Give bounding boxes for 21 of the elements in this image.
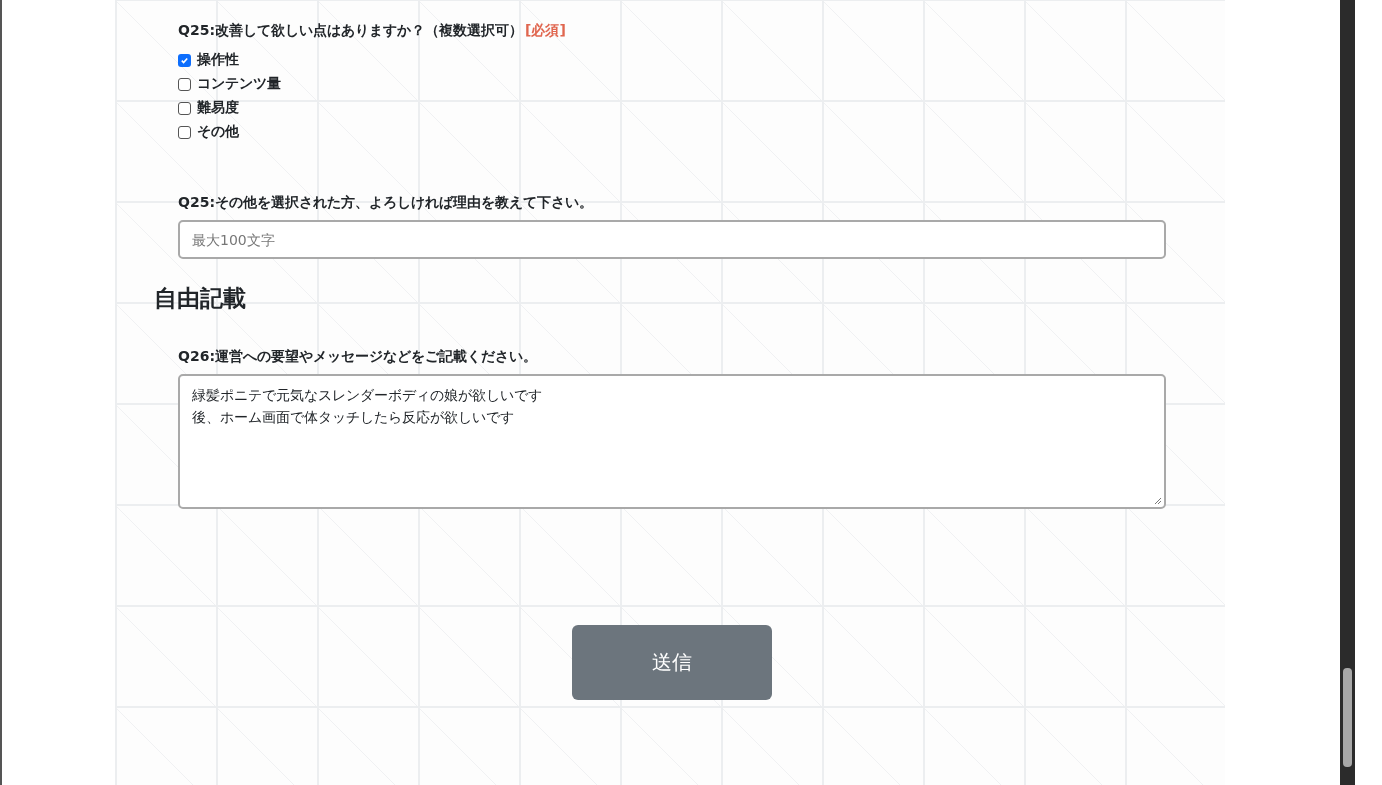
- option-label: コンテンツ量: [197, 75, 281, 93]
- checkbox[interactable]: [178, 101, 191, 115]
- submit-button[interactable]: 送信: [572, 625, 772, 700]
- checkbox[interactable]: [178, 53, 191, 67]
- required-label: [必須]: [525, 22, 566, 40]
- check-icon: [180, 55, 189, 65]
- option-label: その他: [197, 123, 239, 141]
- question-label: Q26:運営への要望やメッセージなどをご記載ください。: [178, 348, 537, 366]
- text-area[interactable]: 緑髪ポニテで元気なスレンダーボディの娘が欲しいです 後、ホーム画面で体タッチしたら反応が欲しいです: [178, 374, 1166, 509]
- section-heading: 自由記載: [154, 284, 247, 313]
- text-line: 緑髪ポニテで元気なスレンダーボディの娘が欲しいです: [192, 386, 542, 405]
- checkbox[interactable]: [178, 125, 191, 139]
- option-label: 操作性: [197, 51, 239, 69]
- checkbox[interactable]: [178, 77, 191, 91]
- question-label: Q25:その他を選択された方、よろしければ理由を教えて下さい。: [178, 194, 593, 212]
- resize-handle-icon[interactable]: [1154, 497, 1162, 505]
- question-label: Q25:改善して欲しい点はありますか？（複数選択可）: [178, 22, 523, 40]
- scrollbar[interactable]: [1340, 0, 1355, 785]
- input-field[interactable]: 最大100文字: [178, 220, 1166, 259]
- text-line: 後、ホーム画面で体タッチしたら反応が欲しいです: [192, 408, 514, 427]
- option-label: 難易度: [197, 99, 239, 117]
